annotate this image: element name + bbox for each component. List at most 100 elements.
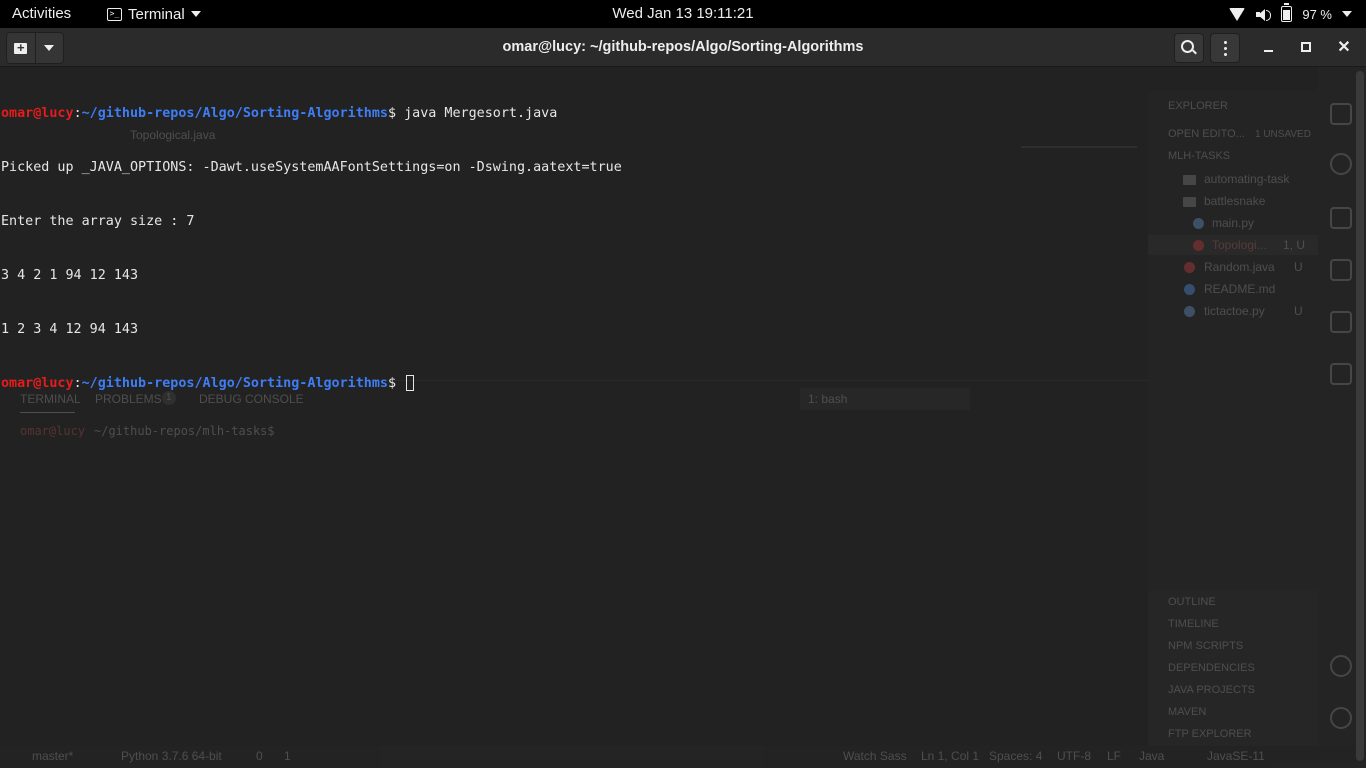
maximize-button[interactable] xyxy=(1292,33,1320,61)
ghost-file: battlesnake xyxy=(1204,194,1266,208)
minimize-icon xyxy=(1263,50,1273,52)
search-icon xyxy=(1180,39,1194,53)
ghost-jdk: JavaSE-11 xyxy=(1207,749,1265,763)
ghost-explorer-panel xyxy=(1148,91,1318,601)
wifi-icon xyxy=(1229,7,1246,21)
extensions-icon xyxy=(1330,311,1352,333)
chevron-down-icon xyxy=(1342,11,1352,17)
ghost-file-mark: U xyxy=(1294,260,1303,274)
output-line: 3 4 2 1 94 12 143 xyxy=(1,268,139,283)
ghost-file: README.md xyxy=(1204,282,1276,296)
terminal-scrollbar[interactable] xyxy=(1356,71,1364,761)
ghost-encoding: UTF-8 xyxy=(1057,749,1091,763)
ghost-file: automating-task xyxy=(1204,172,1290,186)
new-tab-menu-button[interactable] xyxy=(34,33,64,63)
ghost-root-folder: MLH-TASKS xyxy=(1168,150,1231,162)
kebab-menu-icon xyxy=(1223,40,1227,56)
ghost-spaces: Spaces: 4 xyxy=(989,749,1043,763)
prompt-separator: : xyxy=(73,376,82,391)
scrollbar-thumb[interactable] xyxy=(1356,71,1364,761)
app-menu-button[interactable]: >_ Terminal xyxy=(107,0,201,28)
prompt-path: ~/github-repos/Algo/Sorting-Algorithms xyxy=(81,106,388,121)
prompt-separator: : xyxy=(73,106,82,121)
ghost-section: MAVEN xyxy=(1168,706,1207,718)
ghost-section: JAVA PROJECTS xyxy=(1168,684,1256,696)
account-icon xyxy=(1330,655,1352,677)
info-file-icon xyxy=(1184,284,1195,295)
text-cursor xyxy=(406,375,415,391)
output-line: Enter the array size : 7 xyxy=(1,214,195,229)
output-line: 1 2 3 4 12 94 143 xyxy=(1,322,139,337)
ghost-python: Python 3.7.6 64-bit xyxy=(121,749,222,763)
volume-icon xyxy=(1255,8,1272,21)
ghost-file-mark: 1, U xyxy=(1283,238,1306,252)
ghost-section: DEPENDENCIES xyxy=(1168,662,1255,674)
prompt-symbol: $ xyxy=(387,376,405,391)
run-icon xyxy=(1330,259,1352,281)
ghost-file: main.py xyxy=(1212,216,1255,230)
terminal-output: omar@lucy:~/github-repos/Algo/Sorting-Al… xyxy=(1,69,622,429)
files-icon xyxy=(1330,103,1352,125)
prompt-path: ~/github-repos/Algo/Sorting-Algorithms xyxy=(81,376,388,391)
menu-button[interactable] xyxy=(1210,33,1240,63)
new-tab-button[interactable] xyxy=(7,33,35,63)
ghost-section: FTP EXPLORER xyxy=(1168,728,1252,740)
close-button[interactable]: ✕ xyxy=(1330,33,1358,61)
gnome-top-bar: Activities >_ Terminal Wed Jan 13 19:11:… xyxy=(0,0,1366,28)
ghost-branch: master* xyxy=(32,749,74,763)
terminal-app-icon: >_ xyxy=(107,7,122,21)
folder-icon xyxy=(1183,175,1196,185)
ghost-position: Ln 1, Col 1 xyxy=(921,749,980,763)
source-control-icon xyxy=(1330,207,1352,229)
ghost-warnings: 1 xyxy=(284,749,291,763)
chevron-down-icon xyxy=(190,11,201,17)
gear-icon xyxy=(1330,707,1352,729)
new-tab-group xyxy=(6,32,64,64)
ghost-file-mark: U xyxy=(1294,304,1303,318)
terminal-prompt-line[interactable]: omar@lucy:~/github-repos/Algo/Sorting-Al… xyxy=(1,375,622,393)
ghost-section: TIMELINE xyxy=(1168,618,1219,630)
ghost-divider xyxy=(1021,146,1137,148)
battery-icon xyxy=(1281,3,1293,22)
ghost-shell-label: 1: bash xyxy=(808,392,848,406)
app-menu-label: Terminal xyxy=(128,5,185,23)
new-tab-icon xyxy=(14,40,28,55)
java-file-icon xyxy=(1184,262,1195,273)
ghost-explorer-title: EXPLORER xyxy=(1168,100,1228,112)
ghost-open-editors: OPEN EDITO... xyxy=(1168,128,1245,140)
ghost-errors: 0 xyxy=(256,749,263,763)
ghost-watch: Watch Sass xyxy=(843,749,907,763)
folder-icon xyxy=(1183,197,1196,207)
ghost-section: OUTLINE xyxy=(1168,596,1216,608)
ghost-file: Topologi... xyxy=(1212,238,1267,252)
terminal-command-line: omar@lucy:~/github-repos/Algo/Sorting-Al… xyxy=(1,105,622,123)
system-menu[interactable]: 97 % xyxy=(1229,0,1352,28)
python-file-icon xyxy=(1193,218,1204,229)
chevron-down-icon xyxy=(44,45,55,51)
prompt-user: omar@lucy xyxy=(1,376,74,391)
clock[interactable]: Wed Jan 13 19:11:21 xyxy=(612,5,753,22)
output-line: Picked up _JAVA_OPTIONS: -Dawt.useSystem… xyxy=(1,160,622,175)
testing-icon xyxy=(1330,363,1352,385)
ghost-language: Java xyxy=(1139,749,1165,763)
python-file-icon xyxy=(1184,306,1195,317)
terminal-view[interactable]: Topological.java EXPLORER OPEN EDITO... … xyxy=(0,67,1366,768)
entered-command: java Mergesort.java xyxy=(404,106,558,121)
java-file-icon xyxy=(1193,240,1204,251)
terminal-header-bar: omar@lucy: ~/github-repos/Algo/Sorting-A… xyxy=(0,28,1366,67)
search-button[interactable] xyxy=(1174,33,1204,63)
prompt-user: omar@lucy xyxy=(1,106,74,121)
window-title: omar@lucy: ~/github-repos/Algo/Sorting-A… xyxy=(502,39,864,55)
activities-button[interactable]: Activities xyxy=(12,0,71,28)
maximize-icon xyxy=(1301,42,1311,52)
ghost-unsaved: 1 UNSAVED xyxy=(1255,129,1311,140)
ghost-file: tictactoe.py xyxy=(1204,304,1265,318)
minimize-button[interactable] xyxy=(1254,33,1282,61)
close-icon: ✕ xyxy=(1337,39,1351,56)
prompt-symbol: $ xyxy=(387,106,405,121)
search-icon xyxy=(1330,153,1352,175)
battery-percent: 97 % xyxy=(1302,6,1332,22)
ghost-eol: LF xyxy=(1107,749,1122,763)
ghost-file: Random.java xyxy=(1204,260,1275,274)
ghost-section: NPM SCRIPTS xyxy=(1168,640,1244,652)
